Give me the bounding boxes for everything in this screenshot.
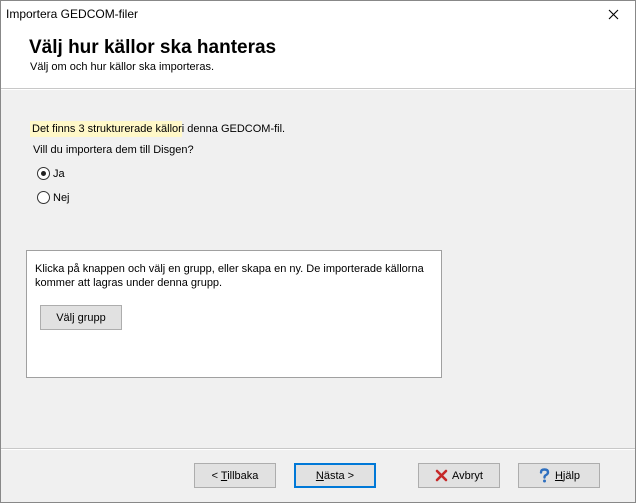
radio-no-indicator[interactable] <box>37 191 50 204</box>
choose-group-label: Välj grupp <box>56 311 106 324</box>
window-title: Importera GEDCOM-filer <box>6 7 139 21</box>
help-button[interactable]: Hjälp <box>518 463 600 488</box>
radio-selected-dot <box>41 171 46 176</box>
cancel-label: Avbryt <box>452 469 483 482</box>
radio-yes[interactable]: Ja <box>37 167 65 180</box>
next-button[interactable]: Nästa > <box>294 463 376 488</box>
close-button[interactable] <box>591 1 635 27</box>
wizard-header: Välj hur källor ska hanteras Välj om och… <box>1 27 635 89</box>
close-icon <box>608 9 618 19</box>
back-button[interactable]: < Tillbaka <box>194 463 276 488</box>
header-divider <box>1 89 635 90</box>
help-rest: jälp <box>562 469 581 482</box>
page-subtitle: Välj om och hur källor ska importeras. <box>30 61 215 73</box>
group-description: Klicka på knappen och välj en grupp, ell… <box>35 263 424 289</box>
radio-yes-indicator[interactable] <box>37 167 50 180</box>
sources-info-rest: i denna GEDCOM-fil. <box>181 123 286 135</box>
radio-no-label: Nej <box>53 191 70 204</box>
radio-yes-label: Ja <box>53 167 65 180</box>
title-bar: Importera GEDCOM-filer <box>1 1 635 27</box>
page-title: Välj hur källor ska hanteras <box>29 37 277 58</box>
sources-count-highlight: Det finns 3 strukturerade källor <box>30 121 182 137</box>
sources-info: Det finns 3 strukturerade källori denna … <box>30 121 286 137</box>
question-mark-icon <box>539 468 550 483</box>
import-gedcom-dialog: Importera GEDCOM-filer Välj hur källor s… <box>0 0 636 503</box>
choose-group-button[interactable]: Välj grupp <box>40 305 122 330</box>
next-label: Nästa > <box>316 470 354 482</box>
cancel-x-icon <box>435 469 448 482</box>
cancel-button[interactable]: Avbryt <box>418 463 500 488</box>
help-accel: H <box>554 469 563 482</box>
import-question: Vill du importera dem till Disgen? <box>33 144 194 156</box>
back-prefix: < <box>211 469 221 482</box>
back-rest: illbaka <box>227 469 259 482</box>
next-accel: N <box>315 469 324 482</box>
next-rest: ästa > <box>323 469 355 482</box>
help-label: Hjälp <box>555 470 580 482</box>
back-label: < Tillbaka <box>212 470 259 482</box>
group-panel: Klicka på knappen och välj en grupp, ell… <box>26 250 442 378</box>
radio-no[interactable]: Nej <box>37 191 70 204</box>
footer-divider-highlight <box>1 449 635 450</box>
